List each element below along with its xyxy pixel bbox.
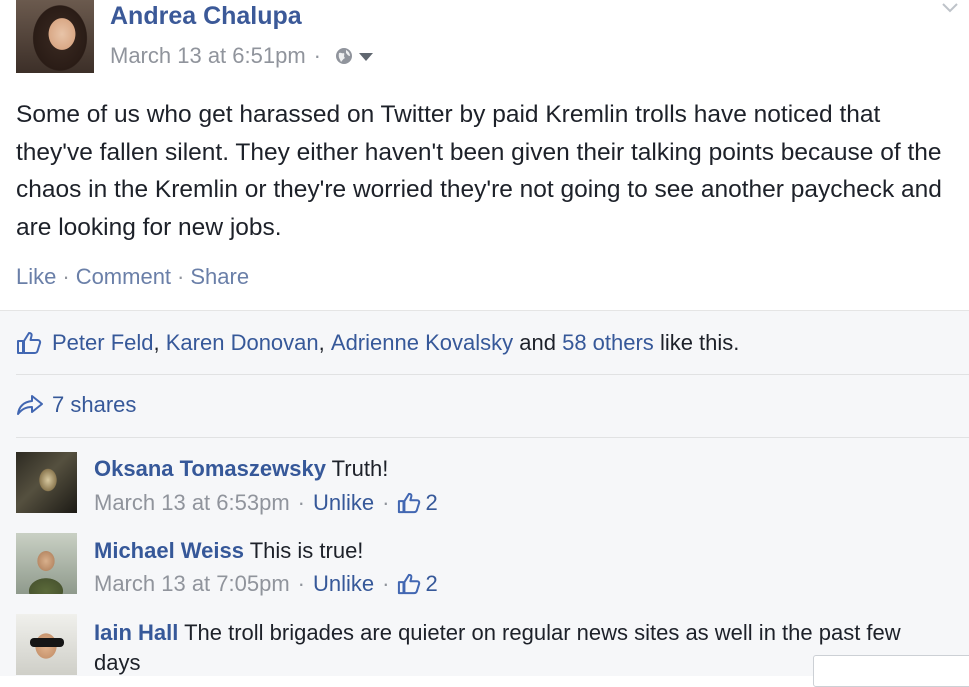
share-button[interactable]: Share [190,264,249,289]
meta-separator: · [382,571,390,596]
thumbs-up-icon [17,332,42,354]
liker-name[interactable]: Peter Feld [52,330,154,356]
commenter-avatar[interactable] [16,452,77,513]
comment-body: Michael Weiss This is true! [94,536,954,566]
commenter-avatar[interactable] [16,533,77,594]
likes-others-link[interactable]: 58 others [562,330,654,356]
commenter-name[interactable]: Oksana Tomaszewsky [94,456,326,481]
divider [16,437,969,438]
likes-summary: Peter Feld, Karen Donovan, Adrienne Kova… [16,330,739,356]
post-meta: March 13 at 6:51pm · [110,43,373,69]
thumbs-up-icon [398,573,421,595]
comment-timestamp[interactable]: March 13 at 6:53pm [94,490,290,516]
comment-like-count[interactable]: 2 [425,571,437,597]
meta-separator: · [297,571,305,596]
commenter-name[interactable]: Michael Weiss [94,538,244,563]
post-actions: Like · Comment · Share [16,264,249,290]
audience-dropdown-icon[interactable] [359,53,373,61]
liker-name[interactable]: Adrienne Kovalsky [331,330,513,356]
commenter-avatar[interactable] [16,614,77,675]
chat-box-edge[interactable] [813,655,969,687]
like-button[interactable]: Like [16,264,56,289]
likes-suffix: like this. [659,330,740,355]
comment-like-count[interactable]: 2 [425,490,437,516]
author-avatar[interactable] [16,0,94,73]
meta-separator: · [297,490,305,515]
globe-icon[interactable] [335,47,353,65]
meta-separator: · [382,490,390,515]
shares-summary[interactable]: 7 shares [16,392,136,418]
comment-meta: March 13 at 6:53pm · Unlike · 2 [94,490,438,516]
post-author-name[interactable]: Andrea Chalupa [110,2,302,31]
divider [16,374,969,375]
liker-comma: , [318,330,325,355]
post-timestamp[interactable]: March 13 at 6:51pm [110,43,306,69]
comment-body: Iain Hall The troll brigades are quieter… [94,618,934,678]
unlike-button[interactable]: Unlike [313,571,374,597]
avatar-detail [30,638,64,647]
comment-text: The troll brigades are quieter on regula… [94,620,901,675]
comment-button[interactable]: Comment [76,264,171,289]
shares-count[interactable]: 7 shares [52,392,136,418]
comment-body: Oksana Tomaszewsky Truth! [94,454,954,484]
unlike-button[interactable]: Unlike [313,490,374,516]
chevron-down-icon[interactable] [941,2,959,14]
liker-name[interactable]: Karen Donovan [166,330,319,356]
post-body: Some of us who get harassed on Twitter b… [16,101,942,241]
comment-meta: March 13 at 7:05pm · Unlike · 2 [94,571,438,597]
likes-and-text: and [519,330,556,355]
comment-text: This is true! [249,538,364,563]
action-separator: · [177,264,185,289]
commenter-name[interactable]: Iain Hall [94,620,178,645]
meta-separator: · [313,43,321,68]
share-arrow-icon [17,395,43,415]
comment-timestamp[interactable]: March 13 at 7:05pm [94,571,290,597]
comment-text: Truth! [331,456,389,481]
thumbs-up-icon [398,492,421,514]
liker-comma: , [153,330,160,355]
action-separator: · [62,264,70,289]
